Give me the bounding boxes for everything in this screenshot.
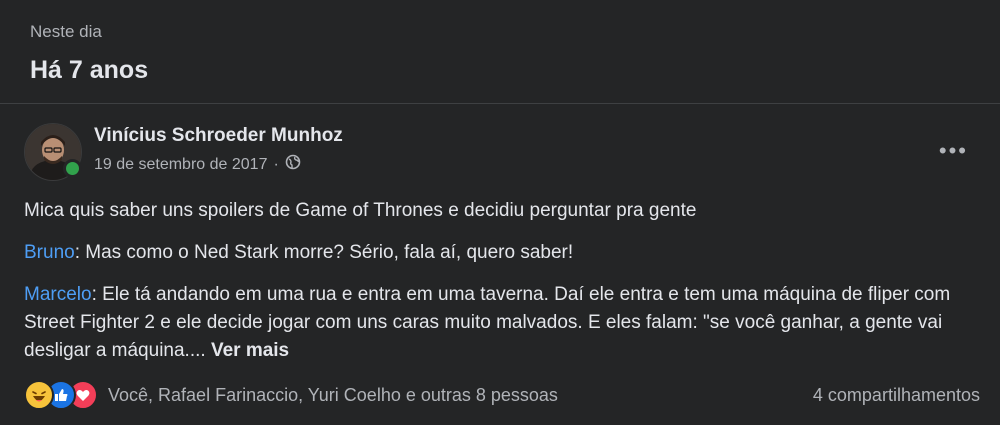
speaker-name: Marcelo	[24, 284, 92, 305]
post-meta: 19 de setembro de 2017 ·	[94, 154, 343, 175]
post-date[interactable]: 19 de setembro de 2017	[94, 156, 267, 174]
post-options-button[interactable]: •••	[939, 138, 968, 164]
post-footer: Você, Rafael Farinaccio, Yuri Coelho e o…	[24, 380, 980, 410]
dialogue-text: : Ele tá andando em uma rua e entra em u…	[24, 284, 951, 361]
reactions-summary[interactable]: Você, Rafael Farinaccio, Yuri Coelho e o…	[24, 380, 558, 410]
years-ago-title: Há 7 anos	[30, 56, 149, 84]
haha-icon	[24, 380, 54, 410]
reaction-icons	[24, 380, 98, 410]
dialogue-line: Bruno: Mas como o Ned Stark morre? Sério…	[24, 239, 974, 267]
speaker-name: Bruno	[24, 242, 75, 263]
dialogue-line: Marcelo: Ele tá andando em uma rua e ent…	[24, 281, 974, 365]
post-header: Vinícius Schroeder Munhoz 19 de setembro…	[24, 123, 343, 181]
avatar[interactable]	[24, 123, 82, 181]
globe-icon-svg	[285, 154, 301, 170]
shares-count[interactable]: 4 compartilhamentos	[813, 385, 980, 406]
author-name[interactable]: Vinícius Schroeder Munhoz	[94, 125, 343, 147]
header-divider	[0, 103, 1000, 104]
on-this-day-label: Neste dia	[30, 22, 102, 41]
post-intro: Mica quis saber uns spoilers de Game of …	[24, 200, 697, 221]
dialogue-text: : Mas como o Ned Stark morre? Sério, fal…	[74, 242, 574, 263]
online-status-indicator	[63, 159, 82, 178]
see-more-link[interactable]: Ver mais	[211, 340, 289, 361]
globe-icon[interactable]	[285, 154, 301, 175]
reactors-text[interactable]: Você, Rafael Farinaccio, Yuri Coelho e o…	[108, 385, 558, 406]
post-text: Mica quis saber uns spoilers de Game of …	[24, 197, 974, 379]
memory-header: Neste dia Há 7 anos	[30, 22, 148, 85]
meta-separator: ·	[273, 155, 279, 173]
